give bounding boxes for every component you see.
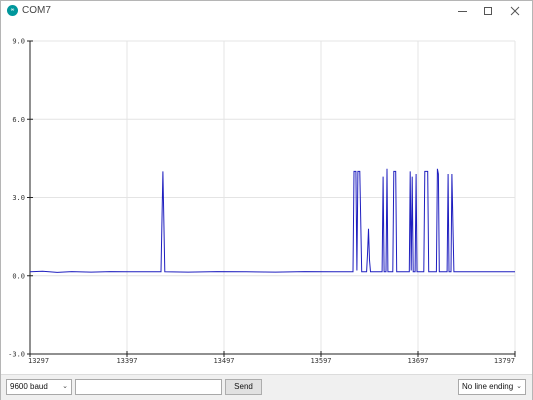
y-tick-label: 3.0 — [12, 194, 25, 202]
x-tick-label: 13497 — [213, 357, 234, 365]
y-tick-label: -3.0 — [8, 351, 25, 359]
x-tick-label: 13297 — [28, 357, 49, 365]
minimize-icon — [457, 10, 467, 12]
x-tick-label: 13397 — [116, 357, 137, 365]
y-tick-label: 9.0 — [12, 38, 25, 46]
x-tick-label: 13597 — [310, 357, 331, 365]
close-icon — [510, 6, 520, 16]
chevron-down-icon: ⌄ — [62, 383, 68, 390]
maximize-button[interactable] — [475, 1, 501, 21]
chevron-down-icon: ⌄ — [516, 383, 522, 390]
serial-input-field[interactable] — [75, 379, 222, 395]
arduino-icon: ∞ — [7, 5, 18, 16]
x-tick-label: 13797 — [494, 357, 515, 365]
maximize-icon — [484, 7, 492, 16]
title-bar: ∞ COM7 — [1, 1, 532, 21]
bottom-toolbar: 9600 baud ⌄ Send No line ending ⌄ — [1, 374, 532, 400]
line-ending-select[interactable]: No line ending ⌄ — [458, 379, 526, 395]
window-title: COM7 — [22, 5, 51, 16]
series-line — [29, 168, 515, 273]
y-tick-label: 6.0 — [12, 116, 25, 124]
minimize-button[interactable] — [449, 1, 475, 21]
y-tick-label: 0.0 — [12, 272, 25, 280]
serial-plotter-window: ∞ COM7 9.0 6.0 3.0 0.0 -3.0 13297 13397 13497 13… — [0, 0, 533, 400]
close-button[interactable] — [502, 1, 528, 21]
plot-svg: 9.0 6.0 3.0 0.0 -3.013297 13397 13497 13597 1369… — [8, 38, 516, 365]
plot-area: 9.0 6.0 3.0 0.0 -3.0 13297 13397 13497 13597 1369… — [1, 21, 532, 374]
send-button[interactable]: Send — [225, 379, 262, 395]
baud-rate-select[interactable]: 9600 baud ⌄ — [6, 379, 72, 395]
line-ending-value: No line ending — [462, 382, 514, 391]
x-tick-label: 13697 — [407, 357, 428, 365]
baud-rate-value: 9600 baud — [10, 382, 48, 391]
